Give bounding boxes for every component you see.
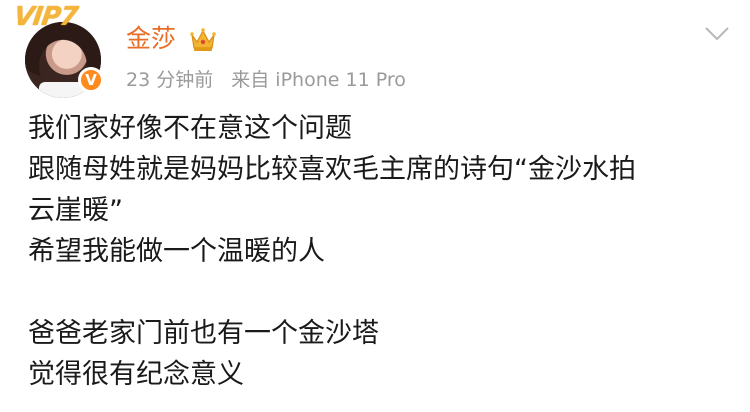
verified-icon: V bbox=[78, 67, 104, 93]
chevron-down-icon[interactable] bbox=[704, 26, 730, 42]
post-text-blank-line bbox=[28, 272, 728, 313]
username[interactable]: 金莎 bbox=[126, 22, 176, 56]
post-text-line: 希望我能做一个温暖的人 bbox=[28, 236, 325, 267]
post-text-line: 云崖暖” bbox=[28, 195, 123, 226]
vip-badge: VIP7 bbox=[11, 2, 80, 32]
post-source[interactable]: 来自 iPhone 11 Pro bbox=[231, 69, 406, 91]
post-text-line: 觉得很有纪念意义 bbox=[28, 359, 244, 390]
post-meta: 23 分钟前 来自 iPhone 11 Pro bbox=[126, 67, 406, 93]
post-time: 23 分钟前 bbox=[126, 69, 214, 91]
post-content: 我们家好像不在意这个问题 跟随母姓就是妈妈比较喜欢毛主席的诗句“金沙水拍 云崖暖… bbox=[28, 108, 728, 395]
post-text-line: 爸爸老家门前也有一个金沙塔 bbox=[28, 318, 379, 349]
post-text-line: 跟随母姓就是妈妈比较喜欢毛主席的诗句“金沙水拍 bbox=[28, 154, 636, 185]
crown-icon[interactable] bbox=[189, 27, 217, 53]
weibo-post: VIP7 V 金莎 23 分钟前 来自 iPhone 11 Pro 我们家好像不… bbox=[0, 0, 750, 412]
post-text-line: 我们家好像不在意这个问题 bbox=[28, 113, 352, 144]
